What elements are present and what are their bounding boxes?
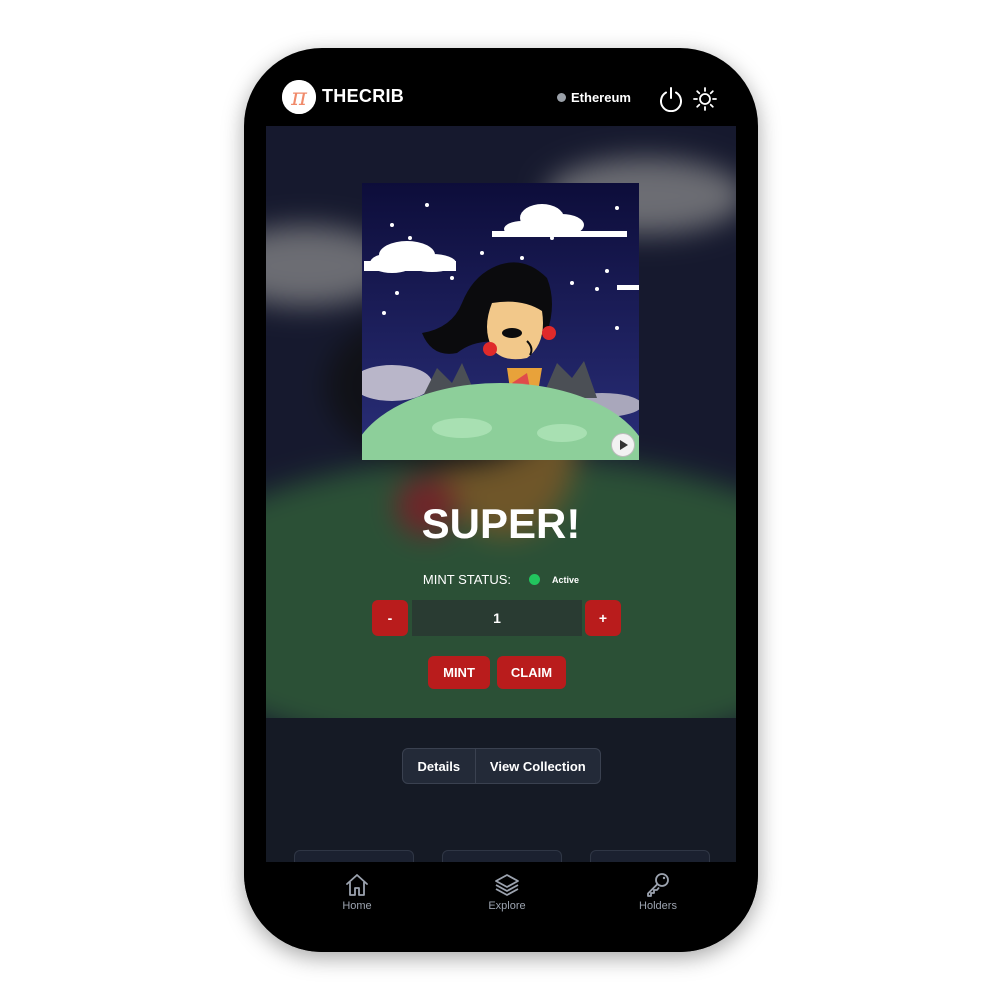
nav-explore[interactable]: Explore [457,872,557,912]
sun-icon[interactable] [693,87,717,116]
tab-group: Details View Collection [402,748,601,784]
home-icon [346,874,368,896]
layers-icon [495,874,519,896]
ethereum-icon [557,93,566,102]
quantity-value[interactable]: 1 [412,600,582,636]
status-indicator-icon [529,574,541,585]
logo-icon[interactable]: π [282,80,316,114]
power-icon[interactable] [658,86,684,117]
claim-button[interactable]: CLAIM [497,656,566,689]
nav-explore-label: Explore [488,900,526,912]
increment-button[interactable]: + [585,600,621,636]
app-header: π THECRIB Ethereum [244,48,758,128]
decrement-button[interactable]: - [372,600,408,636]
mint-button[interactable]: MINT [428,656,490,689]
play-icon[interactable] [611,433,635,457]
details-section: Details View Collection [266,718,736,862]
svg-text:π: π [290,83,308,111]
tab-details[interactable]: Details [403,749,476,783]
network-selector[interactable]: Ethereum [557,90,631,105]
tab-view-collection[interactable]: View Collection [476,749,600,783]
phone-frame: π THECRIB Ethereum SUPER! MINT STATUS: A… [244,48,758,952]
bottom-navigation: Home Explore Holders [244,862,758,952]
collection-title: SUPER! [421,500,581,547]
nav-home-label: Home [342,900,372,912]
key-icon [647,873,669,897]
mint-status-label: MINT STATUS: [422,572,512,587]
mint-hero: SUPER! MINT STATUS: Active - 1 + MINT CL… [266,126,736,718]
brand-name: THECRIB [322,86,405,106]
info-card [590,850,710,862]
nav-home[interactable]: Home [307,872,407,912]
nav-holders[interactable]: Holders [608,872,708,912]
nft-artwork[interactable] [362,183,639,460]
info-card [294,850,414,862]
nav-holders-label: Holders [639,900,677,912]
network-label: Ethereum [571,90,631,105]
mint-status-value: Active [552,574,580,585]
mint-status: MINT STATUS: Active [266,572,736,587]
info-card [442,850,562,862]
quantity-stepper: - 1 + [372,600,622,636]
